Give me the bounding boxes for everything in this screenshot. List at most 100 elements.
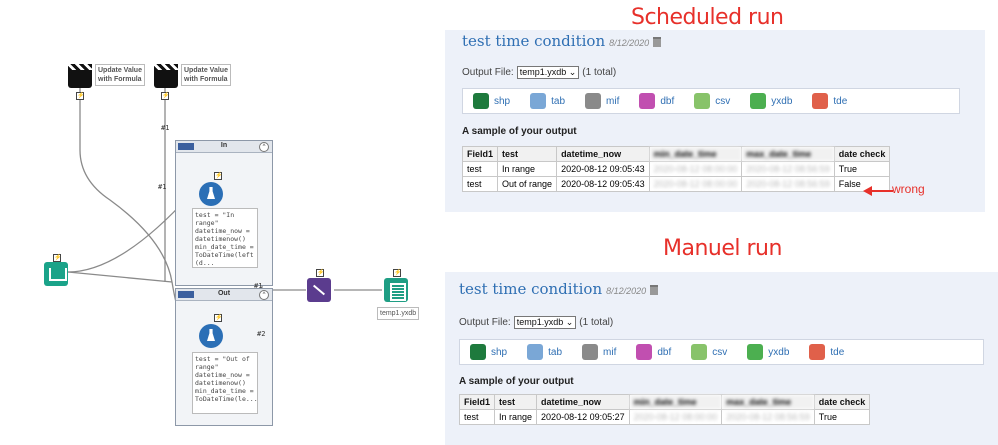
bolt-icon: ⚡ [316,269,325,277]
column-header: max_date_time [741,146,835,162]
table-cell: test [461,176,499,192]
output-file-label: Output File: [462,67,514,78]
scheduled-run-panel: test time condition 8/12/2020 Output File… [445,30,985,212]
table-cell: In range [494,409,538,425]
update-value-tool-2[interactable] [154,64,178,88]
update-value-label-1: Update Value with Formula [95,64,145,86]
format-yxdb-link[interactable]: yxdb [750,93,792,109]
container-out-title: Out [217,290,231,297]
format-shp-link[interactable]: shp [470,344,507,360]
table-cell: 2020-08-12 08:00:00 [648,161,743,177]
output-file-label: temp1.yxdb [377,307,420,320]
sample-label: A sample of your output [459,376,574,387]
bolt-icon: ⚡ [76,92,85,100]
format-label: shp [491,346,508,358]
table-cell: 2020-08-12 08:56:59 [721,409,815,425]
table-cell: 2020-08-12 08:56:59 [741,161,835,177]
column-header: min_date_time [648,146,743,162]
output-file-row: Output File: temp1.yxdb ⌄ (1 total) [459,316,613,329]
column-header: datetime_now [536,394,630,410]
mif-icon [585,93,602,109]
format-dbf-link[interactable]: dbf [636,344,671,360]
bolt-icon: ⚡ [161,92,170,100]
format-label: shp [494,95,511,107]
connection-label-4: #2 [257,330,266,338]
bolt-icon: ⚡ [53,254,62,262]
table-cell: 2020-08-12 09:05:27 [536,409,630,425]
format-label: tde [833,95,848,107]
scheduled-title-row: test time condition 8/12/2020 [462,32,662,51]
formula-tool-out[interactable] [199,324,223,348]
column-header: date check [833,146,891,162]
scheduled-run-heading: Scheduled run [631,5,784,30]
annotation-in: test = "In range" datetime_now = datetim… [192,208,258,268]
output-file-label: Output File: [459,317,511,328]
formula-tool-in[interactable] [199,182,223,206]
table-cell: In range [497,161,558,177]
yxdb-icon [747,344,764,360]
format-shp-link[interactable]: shp [473,93,510,109]
table-cell: 2020-08-12 09:05:43 [556,161,650,177]
run-date: 8/12/2020 [606,286,647,296]
table-cell: True [833,161,891,177]
format-csv-link[interactable]: csv [691,344,727,360]
format-bar: shp tab mif dbf csv yxdb tde [459,339,984,365]
format-dbf-link[interactable]: dbf [639,93,674,109]
sample-table: Field1 test datetime_now min_date_time max_d… [458,394,871,425]
format-tab-link[interactable]: tab [530,93,565,109]
format-mif-link[interactable]: mif [582,344,616,360]
run-title-link[interactable]: test time condition [462,32,605,50]
column-header: Field1 [461,146,499,162]
trash-icon[interactable] [650,285,659,295]
input-data-tool[interactable] [44,262,68,286]
table-row: test Out of range 2020-08-12 09:05:43 2020-… [461,176,891,192]
dbf-icon [636,344,653,360]
format-tde-link[interactable]: tde [809,344,844,360]
table-cell: Out of range [497,176,558,192]
mif-icon [582,344,599,360]
output-file-select[interactable]: temp1.yxdb ⌄ [516,66,580,79]
tde-icon [812,93,829,109]
column-header: test [497,146,558,162]
connection-label-1: #1 [161,124,170,132]
format-csv-link[interactable]: csv [694,93,730,109]
format-label: dbf [657,346,672,358]
table-cell: 2020-08-12 09:05:43 [556,176,650,192]
run-date: 8/12/2020 [609,38,650,48]
container-in-header[interactable]: In ^ [176,141,272,153]
column-header: Field1 [458,394,496,410]
column-header: datetime_now [556,146,650,162]
bolt-icon: ⚡ [214,172,223,180]
collapse-icon[interactable]: ^ [259,142,269,152]
shp-icon [470,344,486,360]
format-mif-link[interactable]: mif [585,93,619,109]
tab-icon [527,344,544,360]
wrong-annotation: wrong [892,182,925,196]
workflow-canvas[interactable]: Update Value with Formula Update Value w… [0,0,430,445]
column-header: test [494,394,538,410]
format-tab-link[interactable]: tab [527,344,562,360]
container-in-title: In [220,142,228,149]
update-value-tool-1[interactable] [68,64,92,88]
table-cell: test [458,409,496,425]
output-total: (1 total) [579,317,614,328]
table-row: test In range 2020-08-12 09:05:43 2020-08-1… [461,161,891,177]
csv-icon [694,93,711,109]
format-label: tde [830,346,845,358]
run-title-link[interactable]: test time condition [459,280,602,298]
arrow-icon [863,186,893,196]
format-label: csv [715,95,731,107]
format-tde-link[interactable]: tde [812,93,847,109]
union-tool[interactable] [307,278,331,302]
collapse-icon[interactable]: ^ [259,290,269,300]
output-file-select[interactable]: temp1.yxdb ⌄ [513,316,577,329]
column-header: date check [813,394,871,410]
container-out-header[interactable]: Out ^ [176,289,272,301]
format-yxdb-link[interactable]: yxdb [747,344,789,360]
trash-icon[interactable] [653,37,662,47]
csv-icon [691,344,708,360]
sample-table: Field1 test datetime_now min_date_time max_d… [461,146,891,192]
tab-icon [530,93,547,109]
output-data-tool[interactable] [384,278,408,302]
connection-label-3: #1 [254,282,263,290]
